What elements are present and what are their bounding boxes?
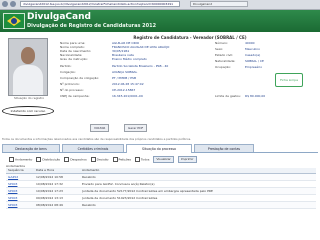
filter-label: Todos (140, 157, 150, 162)
site-subtitle: Divulgação de Registro de Candidaturas 2… (27, 23, 157, 29)
row-date: 10/08/2012 17:23 (36, 189, 63, 193)
side-field: Ocupação: Empresário (215, 65, 263, 69)
candidate-photo (8, 38, 48, 96)
column-header: Sequência (8, 168, 24, 172)
filter-label: Andamento (15, 157, 33, 162)
column-header: Data e Hora (36, 168, 55, 172)
table-row: SP003 10/08/2012 17:32 Enviado para GA45… (6, 181, 316, 188)
row-code-link[interactable]: SP003 (8, 188, 32, 194)
filter-label: Despachos (70, 157, 87, 162)
row-code-link[interactable]: GA452 (8, 174, 32, 180)
row-code-link[interactable]: SP003 (8, 181, 32, 187)
table-row: SP003 10/08/2012 17:23 Juntada de docume… (6, 188, 316, 195)
field-row: Partido: Partido Socialista Brasileiro - … (60, 64, 169, 68)
row-code-link[interactable]: SP003 (8, 202, 32, 208)
photo-caption: Situação do registro (13, 96, 45, 100)
side-field: Número: 40000 (215, 41, 255, 45)
row-date: 10/08/2012 17:32 (36, 182, 63, 186)
back-icon[interactable] (2, 1, 8, 7)
view-button[interactable]: Visualizar (153, 156, 174, 163)
row-text: Recebido (82, 203, 96, 207)
filter-checkbox[interactable] (64, 157, 70, 162)
tab-prestacao-contas[interactable]: Prestação de contas (194, 144, 254, 152)
tab-declaracao-bens[interactable]: Declaração de bens (2, 144, 60, 152)
section-tabs: Declaração de bens Certidões criminais S… (2, 144, 318, 153)
column-header: Andamento (82, 168, 100, 172)
field-row: Nº protocolo: 2012.06.28 15:47:02 (60, 82, 144, 86)
row-text: Enviado para GA452. Conclusos ao(à) Rela… (82, 182, 155, 186)
field-row: Composição da coligação: PT / PMDB / PSB (60, 76, 137, 80)
table-row: SP003 08/08/2012 08:49 Recebido (6, 202, 316, 209)
ficha-limpa-seal: Ficha Limpa (275, 73, 303, 87)
address-bar[interactable]: divulgacand2012.tse.jus.br/divulgacand20… (20, 1, 180, 7)
field-row: Nº do processo: CE-2012-15867 (60, 88, 136, 92)
back-button[interactable]: VOLTAR (90, 124, 110, 132)
browser-toolbar: divulgacand2012.tse.jus.br/divulgacand20… (0, 0, 320, 10)
side-field: Sexo: Masculino (215, 47, 260, 51)
field-row: Grau de instrução: Ensino Médio completo (60, 57, 147, 61)
tab-situacao-processo[interactable]: Situação do processo (126, 144, 192, 153)
row-date: 08/08/2012 08:49 (36, 203, 63, 207)
side-field: Limite de gastos: R$ 80.000,00 (215, 94, 266, 98)
filter-label: Petições (118, 157, 131, 162)
table-row: SP003 09/08/2012 13:13 Juntada de docume… (6, 195, 316, 202)
registration-status: Indeferido com recurso (2, 106, 54, 116)
filter-label: Decisão (96, 157, 109, 162)
row-date: 09/08/2012 13:13 (36, 196, 63, 200)
side-field: Naturalidade: SOBRAL / CE (215, 59, 264, 63)
row-text: Recebido (82, 175, 96, 179)
row-code-link[interactable]: SP003 (8, 195, 32, 201)
table-body: GA452 12/08/2012 10:58 Recebido SP003 10… (0, 174, 320, 234)
table-row: GA452 12/08/2012 10:58 Recebido (6, 174, 316, 181)
print-button[interactable]: Imprimir (177, 156, 197, 163)
forward-icon[interactable] (10, 1, 16, 7)
filter-bar: Andamento Distribuição Despachos Decisão… (6, 156, 318, 163)
registration-heading: Registro de Candidatura - Vereador (SOBR… (133, 35, 247, 40)
filter-checkbox[interactable] (9, 157, 14, 162)
brazil-flag-icon (3, 13, 25, 29)
row-text: Juntada de documento 52177/2012 Contrarr… (82, 189, 213, 193)
filter-label: Distribuição (42, 157, 61, 162)
row-date: 12/08/2012 10:58 (36, 175, 63, 179)
pdf-button[interactable]: Gerar PDF (124, 124, 148, 132)
tab-certidoes[interactable]: Certidões criminais (62, 144, 124, 152)
filter-checkbox[interactable] (112, 157, 118, 162)
brand-title[interactable]: DivulgaCand (27, 12, 91, 22)
browser-tab[interactable]: DivulgaCand (190, 1, 248, 7)
side-field: Estado civil: Casado(a) (215, 53, 261, 57)
field-row: Coligação: AVANÇA SOBRAL (60, 70, 138, 74)
filter-checkbox[interactable] (134, 157, 140, 162)
filter-checkbox[interactable] (90, 157, 96, 162)
filter-checkbox[interactable] (36, 157, 42, 162)
field-row: CNPJ de campanha: 16.345.201/0001-09 (60, 94, 143, 98)
disclaimer-text: Todos os documentos e informações relaci… (2, 137, 192, 141)
row-text: Juntada de documento 51923/2012 Contrarr… (82, 196, 158, 200)
site-header: DivulgaCand Divulgação de Registro de Ca… (0, 10, 320, 32)
